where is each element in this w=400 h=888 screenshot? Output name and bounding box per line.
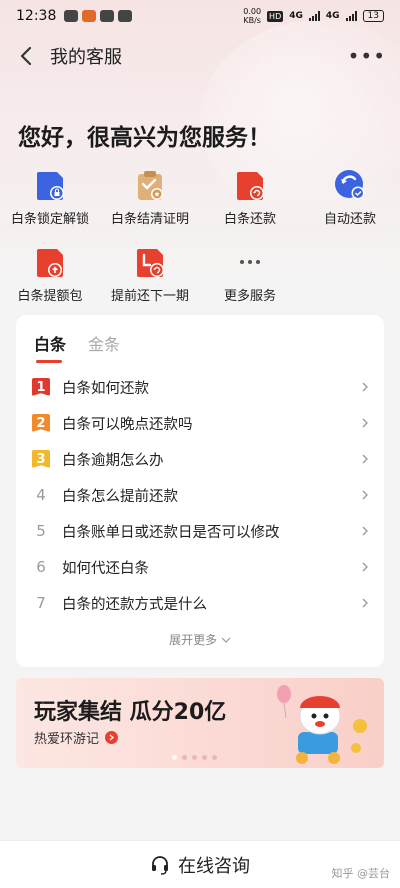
chevron-left-icon	[20, 46, 32, 66]
faq-question: 白条如何还款	[62, 380, 149, 397]
repay-card-icon	[237, 172, 264, 200]
tab-baitiao[interactable]: 白条	[34, 331, 66, 363]
chevron-right-icon	[362, 418, 368, 428]
service-lock-unlock[interactable]: 白条锁定解锁	[0, 168, 100, 227]
message-icon	[64, 10, 79, 22]
service-auto-repay[interactable]: 自动还款	[300, 168, 400, 227]
service-label: 白条锁定解锁	[10, 212, 89, 227]
battery-icon: 13	[362, 10, 384, 22]
promo-banner[interactable]: 玩家集结 瓜分20亿 热爱环游记	[16, 678, 384, 768]
faq-item-4[interactable]: 4 白条怎么提前还款	[16, 477, 384, 513]
service-label: 提前还下一期	[110, 289, 189, 304]
service-repay[interactable]: 白条还款	[200, 168, 300, 227]
nav-bar: 我的客服 •••	[0, 36, 400, 76]
headset-icon	[152, 855, 168, 875]
chevron-right-icon	[362, 598, 368, 608]
faq-question: 白条逾期怎么办	[62, 452, 164, 469]
chevron-right-icon	[362, 490, 368, 500]
rank-number: 5	[36, 522, 46, 540]
faq-item-6[interactable]: 6 如何代还白条	[16, 549, 384, 585]
service-label: 白条还款	[223, 212, 276, 227]
chevron-down-icon	[221, 637, 231, 643]
app-notification-icon	[82, 10, 97, 22]
carousel-dot	[212, 755, 217, 760]
chevron-right-icon	[362, 562, 368, 572]
faq-question: 如何代还白条	[62, 560, 149, 577]
signal-type-1: 4G	[289, 11, 303, 21]
more-dots-icon	[240, 260, 260, 264]
signal-bars-2-icon	[345, 11, 357, 21]
net-speed-value: 0.00	[243, 7, 262, 16]
early-repay-icon	[137, 249, 164, 277]
lock-card-icon	[37, 172, 64, 200]
banner-headline: 玩家集结 瓜分20亿	[34, 700, 227, 725]
status-time: 12:38	[16, 8, 57, 24]
chevron-right-icon	[362, 382, 368, 392]
mascot-dog-illustration	[277, 685, 367, 764]
expand-more-button[interactable]: 展开更多	[16, 631, 384, 648]
banner-subtitle: 热爱环游记	[34, 728, 119, 747]
carousel-dot	[202, 755, 207, 760]
faq-item-1[interactable]: 1 白条如何还款	[16, 369, 384, 405]
status-right: 0.00 KB/s HD 4G 4G 13	[243, 7, 384, 25]
notification-icons	[64, 10, 133, 22]
signal-type-2: 4G	[325, 11, 340, 21]
payment-app-icon	[118, 10, 133, 22]
banner-subtitle-text: 热爱环游记	[34, 732, 100, 747]
carousel-dot	[192, 755, 197, 760]
arrow-right-icon	[105, 731, 119, 744]
faq-item-5[interactable]: 5 白条账单日或还款日是否可以修改	[16, 513, 384, 549]
online-consult-label: 在线咨询	[178, 855, 250, 877]
page-title: 我的客服	[50, 47, 122, 68]
service-limit-boost[interactable]: 白条提额包	[0, 245, 100, 304]
status-bar: 12:38 0.00 KB/s HD 4G 4G 13	[0, 0, 400, 32]
tab-jintiao[interactable]: 金条	[88, 331, 120, 363]
service-label: 更多服务	[223, 289, 276, 304]
limit-boost-icon	[37, 249, 63, 277]
rank-badge-icon: 1	[32, 378, 50, 396]
rank-badge-icon: 3	[32, 450, 50, 468]
watermark: 知乎 @芸台	[331, 867, 391, 880]
rank-number: 4	[36, 486, 46, 504]
back-button[interactable]	[14, 44, 38, 68]
service-early-repay[interactable]: 提前还下一期	[100, 245, 200, 304]
faq-tabs: 白条 金条	[34, 331, 120, 363]
service-grid: 白条锁定解锁 白条结清证明 白条还款 自动还款 白条提额包 提前还下一期 更多服…	[0, 168, 400, 304]
net-speed-unit: KB/s	[243, 16, 261, 25]
faq-card: 白条 金条 1 白条如何还款 2 白条可以晚点还款吗 3 白条逾期怎么办 4 白…	[16, 315, 384, 667]
hd-badge: HD	[267, 10, 284, 22]
expand-more-label: 展开更多	[169, 633, 218, 647]
service-label: 白条提额包	[17, 289, 83, 304]
faq-question: 白条的还款方式是什么	[62, 596, 207, 613]
greeting-text: 您好，很高兴为您服务！	[18, 125, 271, 151]
signal-bars-icon	[308, 11, 320, 21]
carousel-dot	[182, 755, 187, 760]
rank-badge-icon: 2	[32, 414, 50, 432]
faq-list: 1 白条如何还款 2 白条可以晚点还款吗 3 白条逾期怎么办 4 白条怎么提前还…	[16, 369, 384, 621]
service-more[interactable]: 更多服务	[200, 245, 300, 304]
service-settlement-certificate[interactable]: 白条结清证明	[100, 168, 200, 227]
faq-question: 白条怎么提前还款	[62, 488, 178, 505]
faq-item-7[interactable]: 7 白条的还款方式是什么	[16, 585, 384, 621]
chat-bubble-icon	[100, 10, 115, 22]
faq-item-3[interactable]: 3 白条逾期怎么办	[16, 441, 384, 477]
auto-repay-icon	[335, 170, 365, 200]
net-speed: 0.00 KB/s	[243, 7, 261, 25]
carousel-dot	[172, 755, 177, 760]
faq-question: 白条可以晚点还款吗	[62, 416, 193, 433]
faq-item-2[interactable]: 2 白条可以晚点还款吗	[16, 405, 384, 441]
chevron-right-icon	[362, 454, 368, 464]
service-label: 白条结清证明	[110, 212, 189, 227]
service-label: 自动还款	[323, 212, 376, 227]
rank-number: 7	[36, 594, 46, 612]
certificate-icon	[138, 171, 163, 200]
faq-question: 白条账单日或还款日是否可以修改	[62, 524, 280, 541]
rank-number: 6	[36, 558, 46, 576]
chevron-right-icon	[362, 526, 368, 536]
carousel-dots	[172, 755, 217, 760]
more-menu-button[interactable]: •••	[348, 44, 386, 68]
